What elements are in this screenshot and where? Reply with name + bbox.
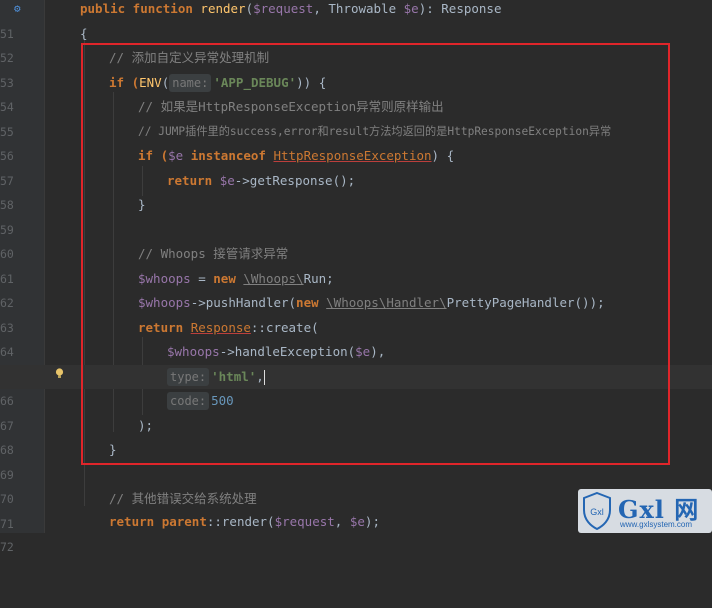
keyword-new: new <box>296 295 327 310</box>
variable-whoops: $whoops <box>138 295 191 310</box>
code-line-60: 60 <box>0 218 712 261</box>
keyword-parent: parent <box>161 514 207 529</box>
code-line-65: 65 $whoops->handleException($e), <box>0 340 712 384</box>
shield-text: Gxl <box>590 507 604 517</box>
code-line-52: 52 { <box>0 22 712 66</box>
param-e: $e <box>403 1 419 16</box>
param-hint-code: code: <box>167 392 210 410</box>
paren: ( <box>245 1 254 16</box>
keyword-return: return <box>109 514 162 529</box>
param-hint-type: type: <box>167 367 210 386</box>
keyword-new: new <box>213 270 244 286</box>
code-line-59: 59 } <box>0 193 712 237</box>
lightbulb-icon[interactable] <box>55 368 64 379</box>
variable-e: $e <box>355 344 371 359</box>
class-http-response-exception: HttpResponseException <box>273 148 432 163</box>
comment: // JUMP插件里的success,error和result方法均返回的是Ht… <box>138 124 612 138</box>
code-line-57: 57 if ($e instanceof HttpResponseExcepti… <box>0 144 712 188</box>
code-line-69: 69 } <box>0 438 712 482</box>
code-line-62: 62 $whoops = new \Whoops\Run; <box>0 267 712 311</box>
number-500: 500 <box>211 393 234 408</box>
comment: // 添加自定义异常处理机制 <box>109 50 270 65</box>
code-line-63: 63 $whoops->pushHandler(new \Whoops\Hand… <box>0 291 712 335</box>
comment: // 如果是HttpResponseException异常则原样输出 <box>138 99 444 114</box>
keyword-return: return <box>138 319 191 335</box>
paren-close: ); <box>138 417 154 433</box>
keyword-instanceof: instanceof <box>183 148 274 163</box>
keyword-if: if ( <box>138 148 169 163</box>
paren-close: ); <box>364 514 380 529</box>
variable-e: $e <box>168 148 184 163</box>
string-html: 'html' <box>211 368 257 384</box>
param-request: $request <box>253 1 314 16</box>
method-push-handler: ->pushHandler( <box>190 295 297 310</box>
paren-close: ) { <box>431 148 455 163</box>
keyword-if: if ( <box>109 74 140 90</box>
paren-close: )) { <box>296 74 327 90</box>
brace: { <box>80 25 88 41</box>
keyword-return: return <box>167 172 220 188</box>
namespace-handler: Handler <box>386 295 440 310</box>
code-line-58: 58 return $e->getResponse(); <box>0 169 712 213</box>
method-handle-exception: ->handleException( <box>219 344 356 359</box>
code-line-56: 56 // JUMP插件里的success,error和result方法均返回的… <box>0 120 712 164</box>
line-number: 72 <box>0 539 14 554</box>
string-app-debug: 'APP_DEBUG' <box>213 74 297 90</box>
namespace-whoops: \Whoops <box>243 270 297 286</box>
method-create: ::create( <box>250 319 319 335</box>
brace: } <box>138 197 146 212</box>
method-get-response: ->getResponse(); <box>234 172 356 188</box>
variable-whoops: $whoops <box>167 344 220 359</box>
brace: } <box>109 442 117 457</box>
code-line-67: 67 code: 500 <box>0 389 712 433</box>
code-line-64: 64 return Response::create( <box>0 316 712 360</box>
code-line-54: 54 if (ENV(name: 'APP_DEBUG')) { <box>0 71 712 114</box>
return-type: ): Response <box>418 1 502 16</box>
namespace-sep: \ <box>296 270 304 286</box>
variable-request: $request <box>274 514 335 529</box>
watermark: Gxl Gxl 网 www.gxlsystem.com <box>578 489 712 533</box>
assign: = <box>190 270 214 286</box>
paren-close: ), <box>370 344 386 359</box>
variable-e: $e <box>219 172 235 188</box>
code-line-55: 55 // 如果是HttpResponseException异常则原样输出 <box>0 95 712 139</box>
function-name-render: render <box>200 1 246 16</box>
namespace-whoops: \Whoops <box>326 295 379 310</box>
code-line-61: 61 // Whoops 接管请求异常 <box>0 242 712 286</box>
code-editor[interactable]: 51 public function render($request, Thro… <box>0 0 712 554</box>
paren: ( <box>161 74 170 90</box>
class-response: Response <box>190 319 251 335</box>
class-pretty-page-handler: PrettyPageHandler()); <box>446 295 605 310</box>
code-line-68: 68 ); <box>0 414 712 458</box>
type-throwable: , Throwable <box>313 1 404 16</box>
method-render: ::render( <box>206 514 275 529</box>
param-hint-name: name: <box>169 73 212 92</box>
code-line-51: 51 public function render($request, Thro… <box>0 0 712 41</box>
code-line-66-current: 66 type:'html', <box>0 364 712 408</box>
variable-e: $e <box>349 514 365 529</box>
code-line-53: 53 // 添加自定义异常处理机制 <box>0 46 712 90</box>
text-cursor <box>263 369 265 385</box>
variable-whoops: $whoops <box>138 270 191 286</box>
keyword-public-function: public function <box>80 1 201 16</box>
watermark-site: www.gxlsystem.com <box>620 520 693 529</box>
comma: , <box>256 368 264 384</box>
shield-logo-icon: Gxl <box>583 492 611 530</box>
namespace-sep: \ <box>439 295 447 310</box>
class-run: Run; <box>303 270 334 286</box>
function-env: ENV <box>139 74 162 90</box>
comment: // Whoops 接管请求异常 <box>138 246 289 261</box>
comment: // 其他错误交给系统处理 <box>109 491 257 506</box>
code-line-70: 70 <box>0 463 712 506</box>
comma: , <box>334 514 350 529</box>
